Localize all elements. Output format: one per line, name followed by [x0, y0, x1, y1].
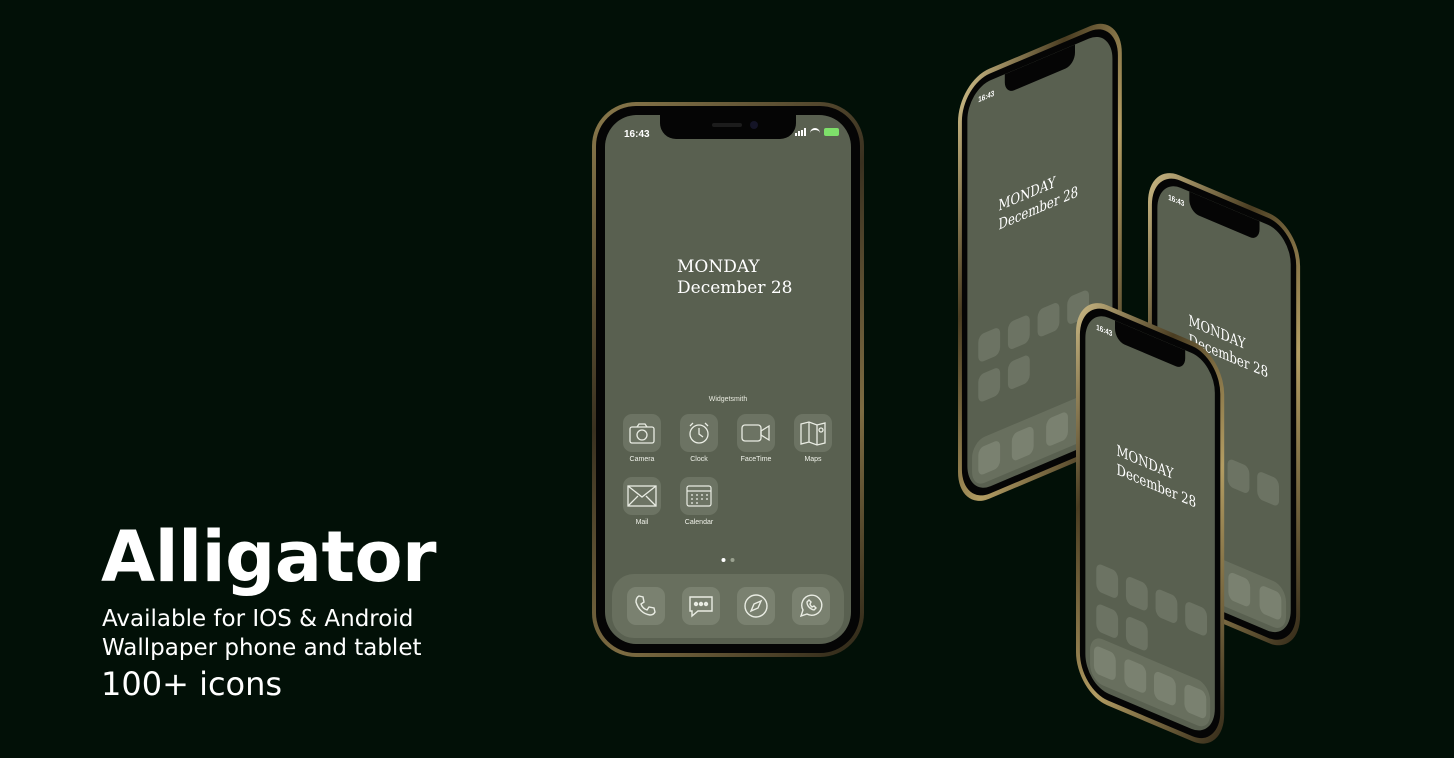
app-camera[interactable]: Camera [621, 414, 663, 463]
iso-status-time: 16:43 [1096, 322, 1113, 339]
mail-icon [623, 477, 661, 515]
status-icons [795, 128, 839, 136]
safari-icon[interactable] [736, 587, 775, 625]
app-label: Clock [690, 456, 708, 463]
app-maps[interactable]: Maps [792, 414, 834, 463]
app-facetime[interactable]: FaceTime [735, 414, 777, 463]
clock-icon [680, 414, 718, 452]
hero-subtitle-icons: 100+ icons [101, 665, 283, 703]
phone-bezel: 16:43 MONDAY December 28 Widgetsmith Cam… [596, 106, 860, 653]
hero-subtitle-wallpaper: Wallpaper phone and tablet [102, 635, 422, 661]
phone-notch [660, 115, 796, 139]
status-time: 16:43 [624, 129, 650, 140]
app-label: Maps [804, 456, 822, 463]
dock [612, 574, 844, 638]
iso-status-time: 16:43 [1168, 192, 1185, 209]
hero-subtitle-platforms: Available for IOS & Android [102, 606, 414, 632]
page-indicator[interactable] [721, 558, 735, 562]
speaker-grille [712, 123, 742, 127]
signal-icon [795, 128, 806, 136]
app-mail[interactable]: Mail [621, 477, 663, 526]
page-dot-active [721, 558, 726, 562]
widget-date-full: December 28 [677, 278, 793, 298]
messages-icon[interactable] [681, 587, 720, 625]
main-phone-mockup: 16:43 MONDAY December 28 Widgetsmith Cam… [592, 102, 864, 657]
iso-status-time: 16:43 [978, 88, 995, 105]
app-calendar[interactable]: Calendar [678, 477, 720, 526]
app-label: FaceTime [740, 456, 772, 463]
whatsapp-icon[interactable] [791, 587, 830, 625]
phone-screen: 16:43 MONDAY December 28 Widgetsmith Cam… [605, 115, 851, 644]
widget-date-day: MONDAY [677, 257, 760, 277]
page-dot [730, 558, 735, 562]
widget-label[interactable]: Widgetsmith [605, 396, 851, 403]
maps-icon [794, 414, 832, 452]
app-label: Mail [635, 519, 649, 526]
app-label: Camera [629, 456, 655, 463]
calendar-icon [680, 477, 718, 515]
iso-app-grid [978, 288, 1090, 404]
camera-icon [623, 414, 661, 452]
phone-icon[interactable] [626, 587, 665, 625]
battery-icon [824, 128, 839, 136]
front-camera [750, 121, 758, 129]
hero-title: Alligator [101, 516, 437, 598]
iso-phone-front: 16:43 MONDAY December 28 [1076, 292, 1225, 755]
iso-phone-screen: 16:43 MONDAY December 28 [1085, 307, 1215, 739]
app-label: Calendar [684, 519, 714, 526]
facetime-icon [737, 414, 775, 452]
app-clock[interactable]: Clock [678, 414, 720, 463]
wifi-icon [810, 128, 820, 136]
